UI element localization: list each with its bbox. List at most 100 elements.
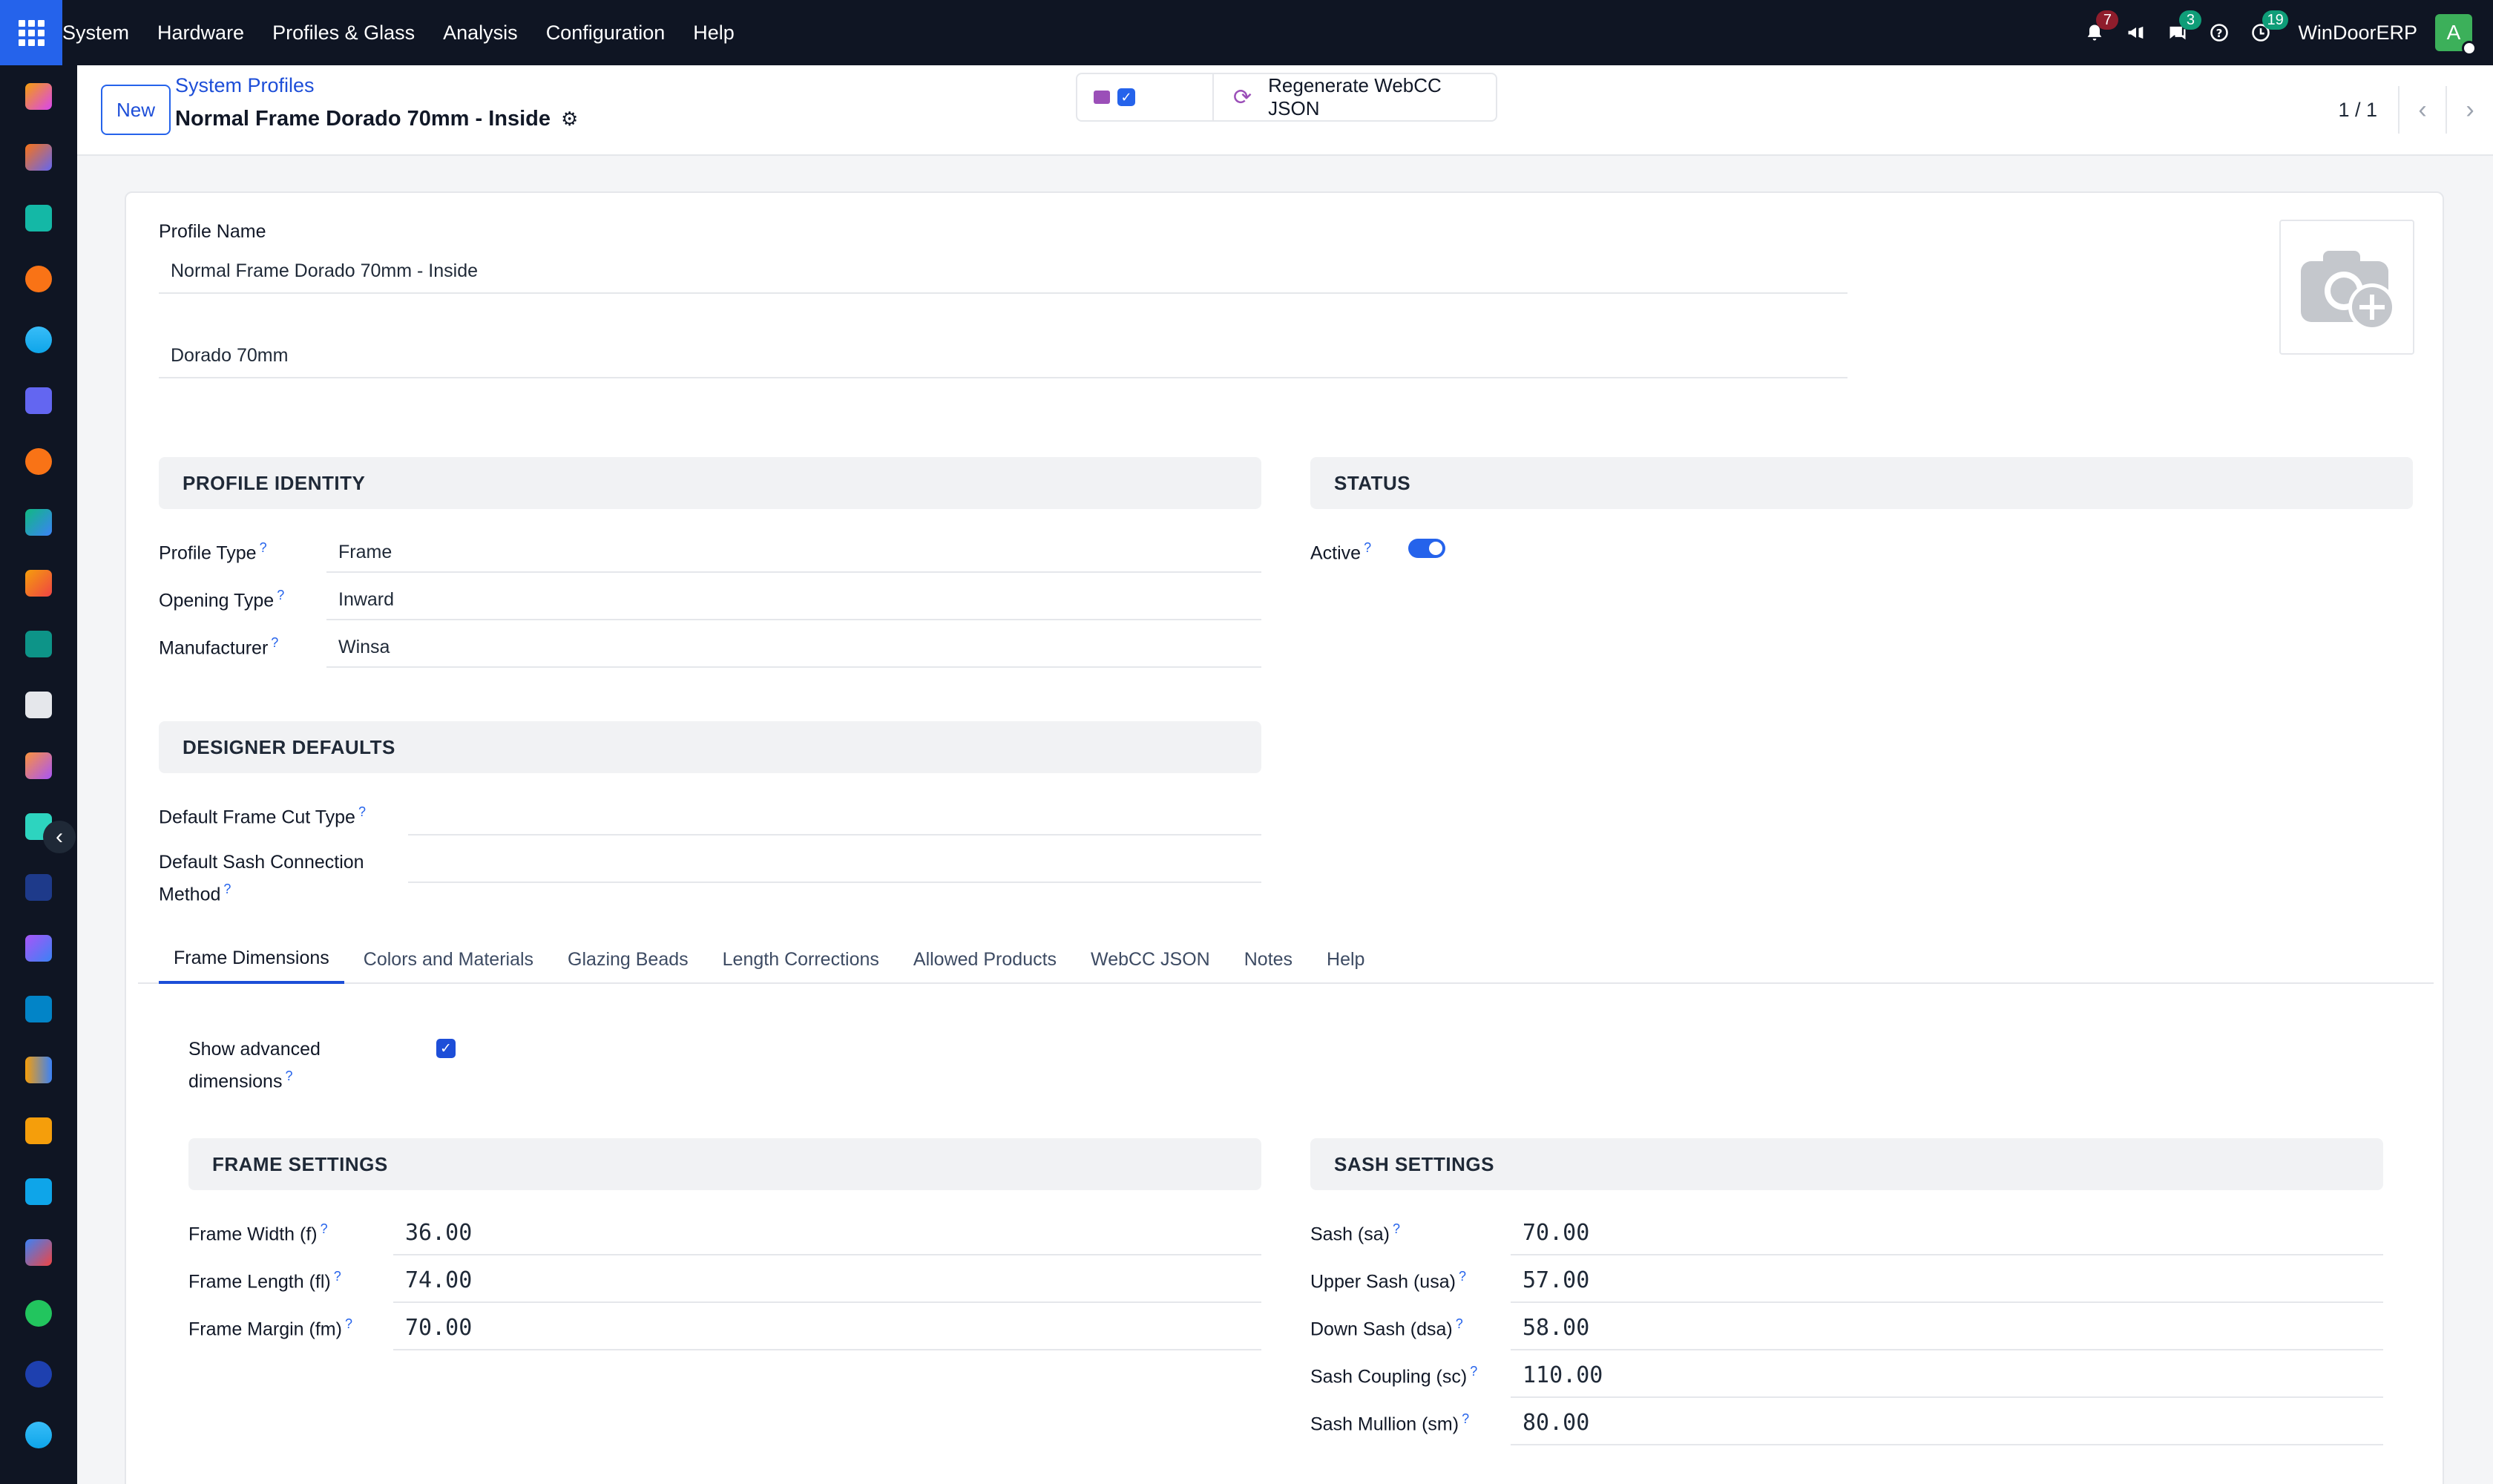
app-icon-12[interactable] [25, 752, 52, 779]
activities-button[interactable]: 19 [2243, 0, 2288, 65]
help-button[interactable]: ? [2201, 0, 2237, 65]
tab-glazing-beads[interactable]: Glazing Beads [553, 935, 703, 984]
sash-mullion-input[interactable]: 80.00 [1511, 1401, 2383, 1445]
camera-add-icon [2301, 251, 2396, 331]
profile-name-input[interactable]: Normal Frame Dorado 70mm - Inside [159, 249, 1847, 294]
tab-colors-and-materials[interactable]: Colors and Materials [349, 935, 548, 984]
profile-series-input[interactable]: Dorado 70mm [159, 334, 1847, 378]
sidebar-collapse-button[interactable]: ‹ [43, 821, 76, 853]
app-icon-20[interactable] [25, 1239, 52, 1266]
active-toggle[interactable] [1408, 539, 1445, 558]
app-icon-5[interactable] [25, 326, 52, 353]
upper-sash-label: Upper Sash (usa)? [1310, 1269, 1466, 1293]
menu-profiles-glass[interactable]: Profiles & Glass [258, 0, 429, 65]
app-icon-1[interactable] [25, 83, 52, 110]
opening-type-field[interactable]: Inward [326, 580, 1261, 620]
help-tooltip-icon[interactable]: ? [1462, 1411, 1469, 1426]
help-tooltip-icon[interactable]: ? [345, 1316, 352, 1331]
help-tooltip-icon[interactable]: ? [271, 635, 278, 650]
profile-type-field[interactable]: Frame [326, 533, 1261, 573]
manufacturer-label-text: Manufacturer [159, 637, 269, 659]
menu-help[interactable]: Help [679, 0, 749, 65]
notifications-button[interactable]: 7 [2077, 0, 2119, 65]
app-icon-9[interactable] [25, 570, 52, 597]
show-advanced-dimensions-checkbox[interactable]: ✓ [436, 1039, 456, 1058]
grid-icon [18, 19, 45, 46]
app-icon-15[interactable] [25, 935, 52, 962]
gear-icon[interactable]: ⚙ [561, 108, 578, 131]
pager-previous-button[interactable]: ‹ [2398, 86, 2446, 134]
menu-analysis[interactable]: Analysis [429, 0, 532, 65]
app-icon-10[interactable] [25, 631, 52, 657]
upper-sash-input[interactable]: 57.00 [1511, 1258, 2383, 1303]
record-status-group: ✓ [1076, 73, 1214, 122]
manufacturer-field[interactable]: Winsa [326, 628, 1261, 668]
new-record-button[interactable]: New [101, 85, 171, 135]
help-tooltip-icon[interactable]: ? [1459, 1269, 1466, 1284]
status-header: STATUS [1310, 457, 2413, 509]
app-icon-21[interactable] [25, 1300, 52, 1327]
company-switcher[interactable]: WinDoorERP [2298, 22, 2417, 45]
apps-menu-button[interactable] [0, 0, 62, 65]
chevron-left-icon: ‹ [2418, 95, 2427, 124]
app-icon-2[interactable] [25, 144, 52, 171]
tab-frame-dimensions[interactable]: Frame Dimensions [159, 935, 344, 984]
help-tooltip-icon[interactable]: ? [1456, 1316, 1463, 1331]
menu-hardware[interactable]: Hardware [143, 0, 258, 65]
help-tooltip-icon[interactable]: ? [358, 804, 366, 819]
frame-margin-input[interactable]: 70.00 [393, 1306, 1261, 1350]
control-panel: New System Profiles Normal Frame Dorado … [77, 65, 2493, 156]
archive-icon[interactable] [1094, 91, 1110, 104]
down-sash-input[interactable]: 58.00 [1511, 1306, 2383, 1350]
app-icon-4[interactable] [25, 266, 52, 292]
frame-length-label: Frame Length (fl)? [188, 1269, 341, 1293]
frame-width-input[interactable]: 36.00 [393, 1211, 1261, 1255]
pager-next-button[interactable]: › [2446, 86, 2493, 134]
help-tooltip-icon[interactable]: ? [1470, 1364, 1477, 1379]
record-pager: 1 / 1 ‹ › [2338, 86, 2493, 134]
help-tooltip-icon[interactable]: ? [334, 1269, 341, 1284]
announcements-button[interactable] [2118, 0, 2154, 65]
tab-allowed-products[interactable]: Allowed Products [899, 935, 1071, 984]
breadcrumb-system-profiles[interactable]: System Profiles [175, 74, 315, 97]
app-icon-7[interactable] [25, 448, 52, 475]
app-icon-3[interactable] [25, 205, 52, 232]
help-tooltip-icon[interactable]: ? [1364, 540, 1371, 555]
default-frame-cut-type-field[interactable] [408, 795, 1261, 835]
menu-configuration[interactable]: Configuration [532, 0, 680, 65]
frame-length-input[interactable]: 74.00 [393, 1258, 1261, 1303]
help-tooltip-icon[interactable]: ? [277, 588, 284, 603]
app-sidebar: ‹ [0, 65, 77, 1484]
app-icon-18[interactable] [25, 1117, 52, 1144]
tab-notes[interactable]: Notes [1229, 935, 1307, 984]
sash-input[interactable]: 70.00 [1511, 1211, 2383, 1255]
checkbox-checked-icon[interactable]: ✓ [1117, 88, 1135, 106]
help-tooltip-icon[interactable]: ? [223, 881, 231, 896]
help-tooltip-icon[interactable]: ? [260, 540, 267, 555]
app-icon-16[interactable] [25, 996, 52, 1022]
app-icon-8[interactable] [25, 509, 52, 536]
help-tooltip-icon[interactable]: ? [321, 1221, 328, 1236]
chevron-right-icon: › [2466, 95, 2474, 124]
show-advanced-label-line1: Show advanced [188, 1039, 321, 1060]
help-tooltip-icon[interactable]: ? [285, 1068, 292, 1083]
tab-webcc-json[interactable]: WebCC JSON [1076, 935, 1225, 984]
app-icon-19[interactable] [25, 1178, 52, 1205]
tab-help[interactable]: Help [1312, 935, 1379, 984]
menu-system[interactable]: System [62, 0, 143, 65]
app-icon-22[interactable] [25, 1361, 52, 1388]
user-avatar[interactable]: A [2435, 14, 2477, 56]
tab-length-corrections[interactable]: Length Corrections [708, 935, 894, 984]
app-icon-6[interactable] [25, 387, 52, 414]
pager-counter[interactable]: 1 / 1 [2338, 99, 2377, 122]
help-tooltip-icon[interactable]: ? [1393, 1221, 1400, 1236]
app-icon-11[interactable] [25, 692, 52, 718]
sash-coupling-input[interactable]: 110.00 [1511, 1353, 2383, 1398]
profile-image-upload[interactable] [2279, 220, 2414, 355]
regenerate-webcc-json-button[interactable]: ⟳ Regenerate WebCC JSON [1212, 73, 1497, 122]
app-icon-23[interactable] [25, 1422, 52, 1448]
app-icon-14[interactable] [25, 874, 52, 901]
messages-button[interactable]: 3 [2160, 0, 2202, 65]
app-icon-17[interactable] [25, 1057, 52, 1083]
default-sash-connection-field[interactable] [408, 843, 1261, 883]
